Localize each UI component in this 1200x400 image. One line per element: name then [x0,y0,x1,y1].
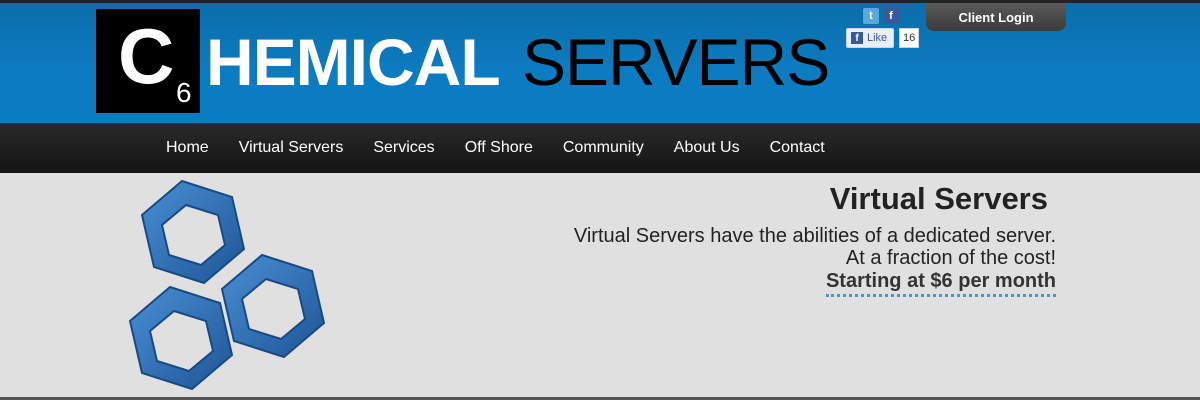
hero-price-link[interactable]: Starting at $6 per month [825,270,1056,297]
social-links: t f [863,8,899,24]
nav-home[interactable]: Home [151,123,224,173]
facebook-icon[interactable]: f [883,8,899,24]
logo-subscript: 6 [176,77,192,108]
nav-contact[interactable]: Contact [755,123,840,173]
client-login-button[interactable]: Client Login [926,3,1066,31]
main-nav: Home Virtual Servers Services Off Shore … [0,123,1200,173]
hexagon-molecule-icon [128,179,326,391]
facebook-like-icon: f [851,32,863,44]
site-header: C 6 HEMICAL SERVERS t f f Like 16 Client… [0,0,1200,123]
facebook-like-button[interactable]: f Like [846,28,894,48]
nav-community[interactable]: Community [548,123,659,173]
nav-about-us[interactable]: About Us [659,123,755,173]
logo-word-regular[interactable]: SERVERS [522,29,830,95]
like-label: Like [867,32,888,44]
like-count: 16 [899,28,920,48]
hero-description: Virtual Servers have the abilities of a … [573,225,1056,247]
nav-services[interactable]: Services [358,123,449,173]
nav-off-shore[interactable]: Off Shore [450,123,548,173]
hero-banner: Virtual Servers Virtual Servers have the… [0,173,1200,400]
logo-mark[interactable]: C 6 [96,9,200,113]
twitter-icon[interactable]: t [863,8,879,24]
hero-title: Virtual Servers [829,181,1048,216]
logo-letter: C [118,12,175,100]
hero-tagline: At a fraction of the cost! [845,247,1056,269]
nav-virtual-servers[interactable]: Virtual Servers [224,123,359,173]
logo-word-bold[interactable]: HEMICAL [206,29,501,95]
